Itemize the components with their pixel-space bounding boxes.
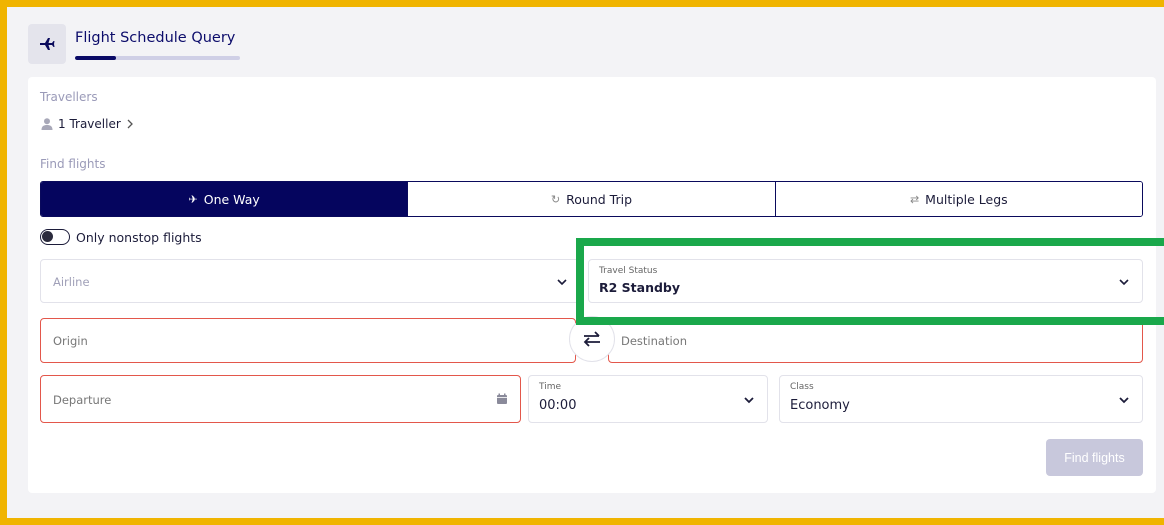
chevron-down-icon [557,279,567,286]
tab-round-trip-label: Round Trip [566,191,633,207]
tab-multiple-legs[interactable]: ⇄ Multiple Legs [774,182,1142,216]
nonstop-label: Only nonstop flights [76,229,202,245]
nonstop-toggle-row: Only nonstop flights [40,229,202,245]
departure-placeholder: Departure [53,393,112,407]
class-value: Economy [790,398,850,413]
swap-arrows-icon: ⇄ [909,192,920,206]
header-progress-bar [75,56,240,60]
plane-icon [28,24,66,64]
plane-takeoff-icon: ✈ [188,192,198,206]
highlight-annotation-box [576,238,1164,325]
destination-placeholder: Destination [621,334,687,348]
swap-icon [583,331,600,347]
airline-placeholder: Airline [53,275,90,289]
tab-one-way-label: One Way [203,191,260,207]
traveller-count: 1 Traveller [58,117,121,131]
nonstop-toggle[interactable] [40,229,70,245]
toggle-knob [42,231,53,242]
page-title: Flight Schedule Query [75,30,236,46]
calendar-icon [497,393,507,404]
find-flights-label: Find flights [40,157,106,171]
trip-type-selector: ✈ One Way ↻ Round Trip ⇄ Multiple Legs [40,181,1143,217]
class-select[interactable]: Class Economy [779,375,1143,423]
chevron-down-icon [744,397,754,404]
progress-fill [75,56,117,60]
travellers-label: Travellers [40,90,98,104]
tab-one-way[interactable]: ✈ One Way [41,182,408,216]
time-value: 00:00 [539,398,577,413]
tab-round-trip[interactable]: ↻ Round Trip [407,182,775,216]
origin-placeholder: Origin [53,334,88,348]
chevron-right-icon [127,119,133,129]
origin-field[interactable]: Origin [40,318,576,363]
person-icon [41,118,53,130]
tab-multiple-legs-label: Multiple Legs [925,191,1008,207]
time-select[interactable]: Time 00:00 [528,375,768,423]
refresh-icon: ↻ [550,192,561,206]
chevron-down-icon [1119,397,1129,404]
time-label: Time [539,382,562,392]
departure-date-field[interactable]: Departure [40,375,521,423]
traveller-selector[interactable]: 1 Traveller [40,117,135,131]
airline-select[interactable]: Airline [40,259,581,303]
page-header: Flight Schedule Query [28,24,258,66]
class-label: Class [790,382,814,392]
find-flights-button[interactable]: Find flights [1046,439,1143,476]
